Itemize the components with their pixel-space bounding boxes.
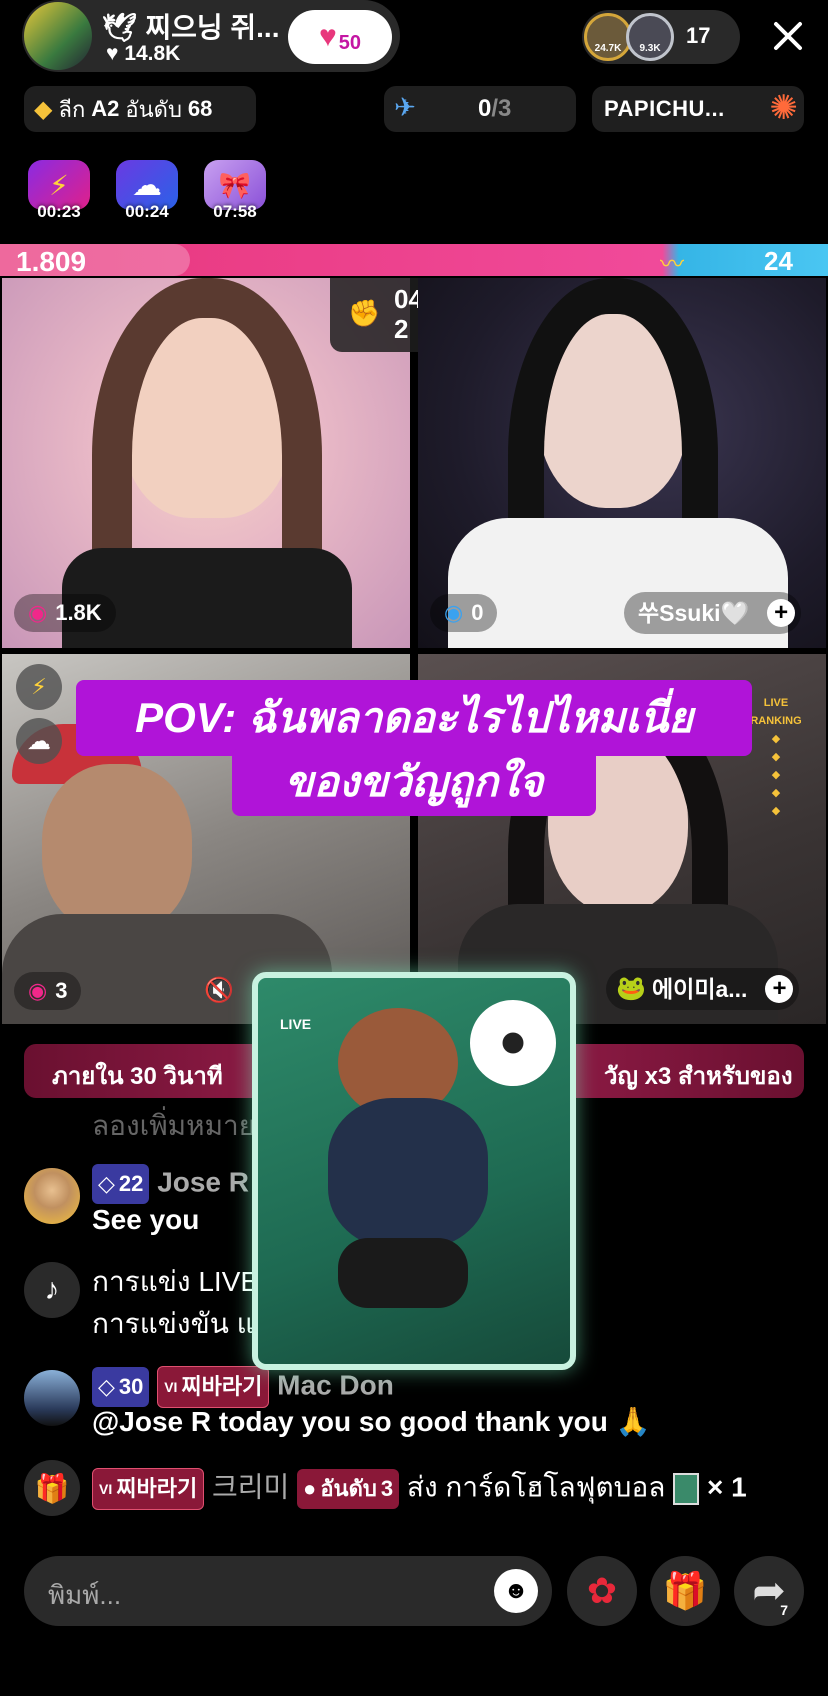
cloud-icon[interactable]: ☁ [16,718,62,764]
host-name: 찌으닝 쥐... [145,12,280,43]
fire-spark-icon: 〰 [660,251,684,278]
viewer-avatar[interactable]: 9.3K [626,13,674,61]
chat-username[interactable]: Jose R [157,1166,249,1197]
system-message-line-2: การแข่งขัน แ... [92,1308,279,1339]
viewer-avatar[interactable]: 24.7K [584,13,632,61]
gift-icon: 🎁 [662,1570,708,1611]
chat-message: See you [92,1204,200,1235]
camera-icon: ◉ [444,600,464,625]
chat-username[interactable]: Mac Don [277,1369,394,1400]
fan-club-badge: VI 찌바라기 [157,1366,270,1408]
promo-chip[interactable]: PAPICHU... ✺ [592,86,804,132]
vi-icon: VI [164,1379,178,1395]
gift-message: VI 찌바라기 크리미 ● อันดับ 3 ส่ง การ์ดโฮโลฟุตบอล… [92,1468,747,1510]
battle-score-bar: 1.809 〰 24 [0,244,828,278]
soccer-ball-icon [470,1000,556,1086]
heart-badge-icon: ♥ [318,20,337,53]
diamond-icon: ◇ [98,1374,115,1399]
host-name-row: 🕊 찌으닝 쥐... [102,6,280,46]
caption-line-2: ของขวัญถูกใจ [232,748,596,816]
right-score: 24 [764,246,793,276]
guest-name-chip[interactable]: 🐸 에이미a... + [606,968,800,1010]
tile-counter: ◉ 1.8K [14,594,116,632]
add-guest-icon[interactable]: + [765,975,794,1003]
dove-icon: 🕊 [102,12,138,43]
boxing-glove-icon: ✊ [348,298,381,328]
level-badge: ◇ 30 [92,1367,150,1407]
close-button[interactable] [766,14,810,58]
diamond-icon: ◇ [98,1171,115,1196]
host-likes: 14.8K [124,42,181,65]
goal-chip[interactable]: ✈ 0/3 [384,86,576,132]
gift-card-icon [673,1473,700,1505]
level-badge: ◇ 22 [92,1164,150,1204]
frog-icon: 🐸 [616,975,646,1002]
camera-icon: ◉ [28,600,48,625]
league-chip[interactable]: ◆ ลีก A2 อันดับ 68 [24,86,256,132]
comment-placeholder: พิมพ์... [48,1580,122,1610]
heart-icon: ♥ [106,42,119,65]
tile-counter: ◉ 0 [430,594,498,632]
user-avatar[interactable] [24,1370,80,1426]
fan-club-badge: VI 찌바라기 [92,1468,205,1510]
gun-icon: ✈ [394,92,416,122]
host-card[interactable]: 🕊 찌으닝 쥐... ♥ 14.8K ♥ 50 [22,0,400,72]
close-icon [774,22,802,50]
gift-event-icon: 🎁 [24,1460,80,1516]
left-score: 1.809 [16,246,87,277]
ribbon-timer[interactable]: 🎀 07:58 [200,158,270,224]
rose-gift-button[interactable]: ✿ [567,1556,637,1626]
comment-input[interactable]: พิมพ์... ☻ [24,1556,552,1626]
chat-header: ◇ 22 Jose R [92,1164,249,1204]
chat-message: @Jose R today you so good thank you 🙏 [92,1406,651,1437]
host-avatar[interactable] [24,2,92,70]
rank-badge: ● อันดับ 3 [297,1469,400,1509]
tiktok-icon: ♪ [24,1262,80,1318]
follow-heart-button[interactable]: ♥ 50 [288,10,392,64]
caption-line-1: POV: ฉันพลาดอะไรไปไหมเนี่ย [76,680,752,756]
video-tile-top-right[interactable]: ◉ 0 쑤Ssuki🤍 + [418,278,826,648]
host-likes-row: ♥ 14.8K [106,42,180,66]
diamond-icon: ◆ [34,95,53,123]
tile-counter: ◉ 3 [14,972,82,1010]
viewer-count: 17 [686,23,711,48]
user-avatar[interactable] [24,1168,80,1224]
share-button[interactable]: ➦ 7 [734,1556,804,1626]
faded-chat-line: ลองเพิ่มหมาย [92,1110,256,1141]
vi-icon: VI [99,1481,113,1497]
boost-timer[interactable]: ⚡ 00:23 [24,158,94,224]
chat-username[interactable]: 크리미 [212,1471,289,1502]
guest-name-chip[interactable]: 쑤Ssuki🤍 + [624,592,802,634]
camera-icon: ◉ [28,978,48,1003]
chat-header: ◇ 30 VI 찌바라기 Mac Don [92,1366,394,1408]
teddy-legs [338,1238,468,1308]
medal-icon: ● [303,1476,317,1501]
share-count: 7 [780,1602,788,1618]
heart-badge-count: 50 [338,31,362,54]
rose-icon: ✿ [586,1570,618,1611]
muted-icon: 🔇 [204,977,234,1004]
emoji-button[interactable]: ☻ [494,1569,538,1613]
gift-card-animation: LIVE [252,972,576,1370]
gift-button[interactable]: 🎁 [650,1556,720,1626]
goal-current: 0 [478,95,492,122]
lightning-icon[interactable]: ⚡ [16,664,62,710]
ranking-sidebar: LIVE RANKING ◆ ◆ ◆ ◆ ◆ [750,697,802,817]
goal-total: /3 [491,95,512,122]
cloud-timer[interactable]: ☁ 00:24 [112,158,182,224]
teddy-body [328,1098,488,1248]
streamer-face [42,764,192,934]
viewer-list[interactable]: 24.7K 9.3K 17 [582,10,740,64]
add-guest-icon[interactable]: + [767,599,796,627]
pinwheel-icon: ✺ [769,89,799,127]
